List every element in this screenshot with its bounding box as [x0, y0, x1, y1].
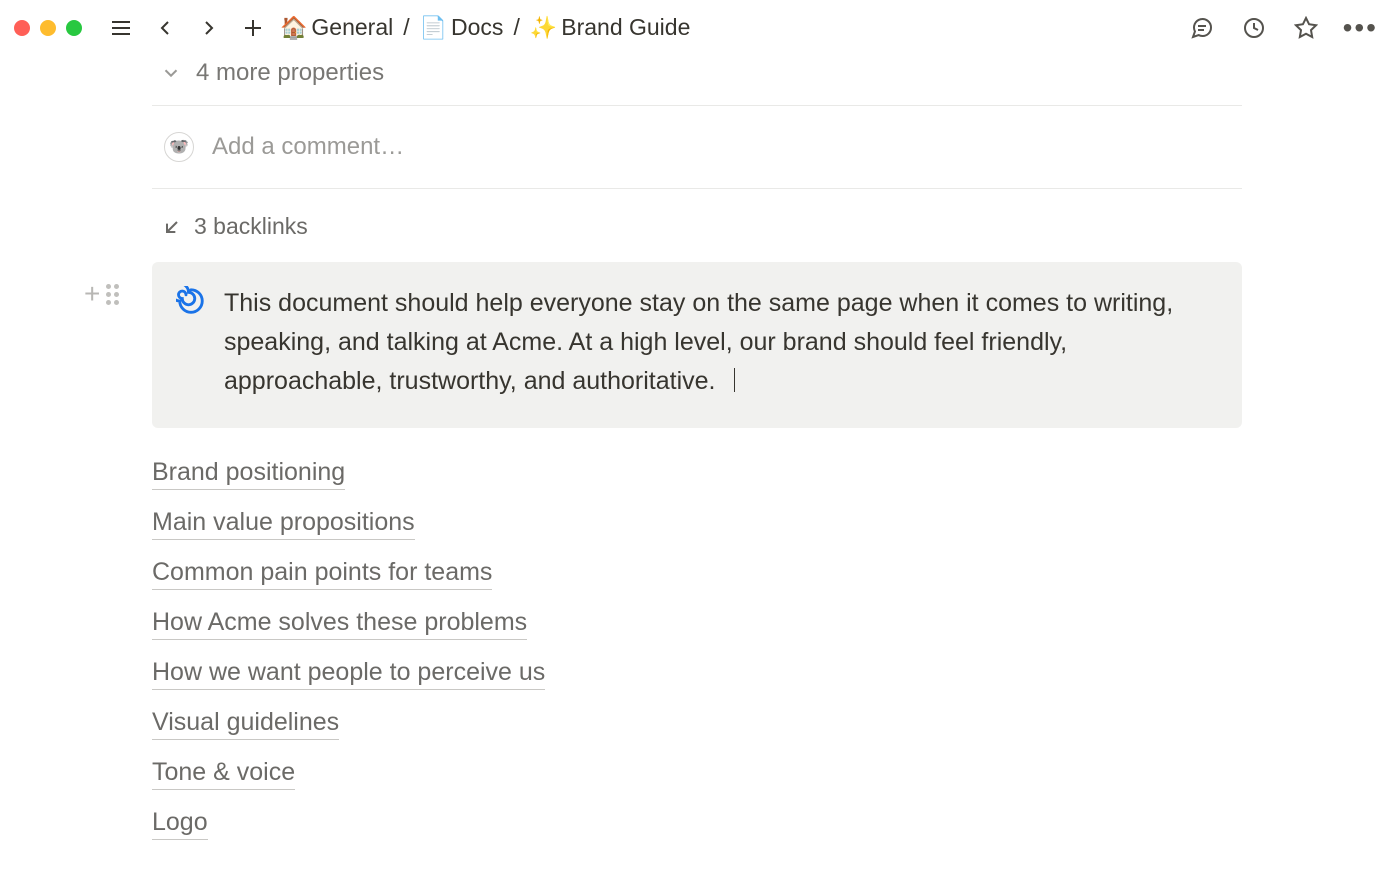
- menu-button[interactable]: [102, 9, 140, 47]
- text-cursor: [734, 368, 736, 392]
- breadcrumb-sep: /: [403, 14, 409, 41]
- speech-bubble-icon: [1190, 16, 1214, 40]
- block-handles: +: [84, 280, 119, 308]
- ellipsis-icon: •••: [1343, 12, 1378, 43]
- more-properties-toggle[interactable]: 4 more properties: [152, 55, 1340, 105]
- close-window-button[interactable]: [14, 20, 30, 36]
- page-content: 4 more properties 🐨 Add a comment… 3 bac…: [0, 55, 1400, 840]
- updates-button[interactable]: [1235, 9, 1273, 47]
- backlinks-arrow-icon: [162, 217, 182, 237]
- toc-link[interactable]: Visual guidelines: [152, 708, 339, 740]
- breadcrumb-icon-1: 📄: [420, 17, 447, 39]
- more-menu-button[interactable]: •••: [1339, 12, 1382, 44]
- avatar: 🐨: [164, 132, 194, 162]
- toc-link[interactable]: Brand positioning: [152, 458, 345, 490]
- topbar: 🏠 General / 📄 Docs / ✨ Brand Guide •••: [0, 0, 1400, 55]
- toc-link[interactable]: Main value propositions: [152, 508, 415, 540]
- plus-icon: [241, 16, 265, 40]
- chevron-left-icon: [153, 16, 177, 40]
- toc-link[interactable]: How we want people to perceive us: [152, 658, 545, 690]
- backlinks-toggle[interactable]: 3 backlinks: [152, 189, 1340, 262]
- breadcrumb-icon-2: ✨: [530, 17, 557, 39]
- breadcrumb-sep: /: [513, 14, 519, 41]
- drag-handle[interactable]: [106, 284, 119, 305]
- callout-text[interactable]: This document should help everyone stay …: [224, 284, 1214, 400]
- new-tab-button[interactable]: [234, 9, 272, 47]
- backlinks-label: 3 backlinks: [194, 213, 308, 240]
- callout-text-content: This document should help everyone stay …: [224, 289, 1173, 395]
- chevron-down-icon: [160, 62, 182, 84]
- comments-button[interactable]: [1183, 9, 1221, 47]
- add-block-button[interactable]: +: [84, 280, 100, 308]
- favorite-button[interactable]: [1287, 9, 1325, 47]
- spiral-icon: [176, 286, 206, 316]
- topbar-right: •••: [1183, 9, 1382, 47]
- avatar-emoji: 🐨: [169, 137, 189, 157]
- toc-link[interactable]: Common pain points for teams: [152, 558, 492, 590]
- minimize-window-button[interactable]: [40, 20, 56, 36]
- nav-forward-button[interactable]: [190, 9, 228, 47]
- breadcrumb-label-2: Brand Guide: [561, 14, 690, 41]
- clock-icon: [1242, 16, 1266, 40]
- breadcrumb-label-1: Docs: [451, 14, 503, 41]
- more-properties-label: 4 more properties: [196, 59, 384, 87]
- breadcrumb[interactable]: 🏠 General / 📄 Docs / ✨ Brand Guide: [278, 14, 690, 41]
- hamburger-icon: [109, 16, 133, 40]
- toc-link[interactable]: Tone & voice: [152, 758, 295, 790]
- add-comment-row[interactable]: 🐨 Add a comment…: [152, 106, 1340, 188]
- nav-back-button[interactable]: [146, 9, 184, 47]
- toc-link[interactable]: How Acme solves these problems: [152, 608, 527, 640]
- callout-block[interactable]: This document should help everyone stay …: [152, 262, 1242, 428]
- breadcrumb-icon-0: 🏠: [280, 17, 307, 39]
- zoom-window-button[interactable]: [66, 20, 82, 36]
- comment-placeholder: Add a comment…: [212, 133, 404, 161]
- breadcrumb-label-0: General: [311, 14, 393, 41]
- window-controls: [14, 20, 82, 36]
- table-of-contents: Brand positioning Main value proposition…: [152, 428, 1340, 840]
- chevron-right-icon: [197, 16, 221, 40]
- toc-link[interactable]: Logo: [152, 808, 208, 840]
- star-icon: [1294, 16, 1318, 40]
- callout-block-wrap: + This document should help everyone sta…: [152, 262, 1340, 428]
